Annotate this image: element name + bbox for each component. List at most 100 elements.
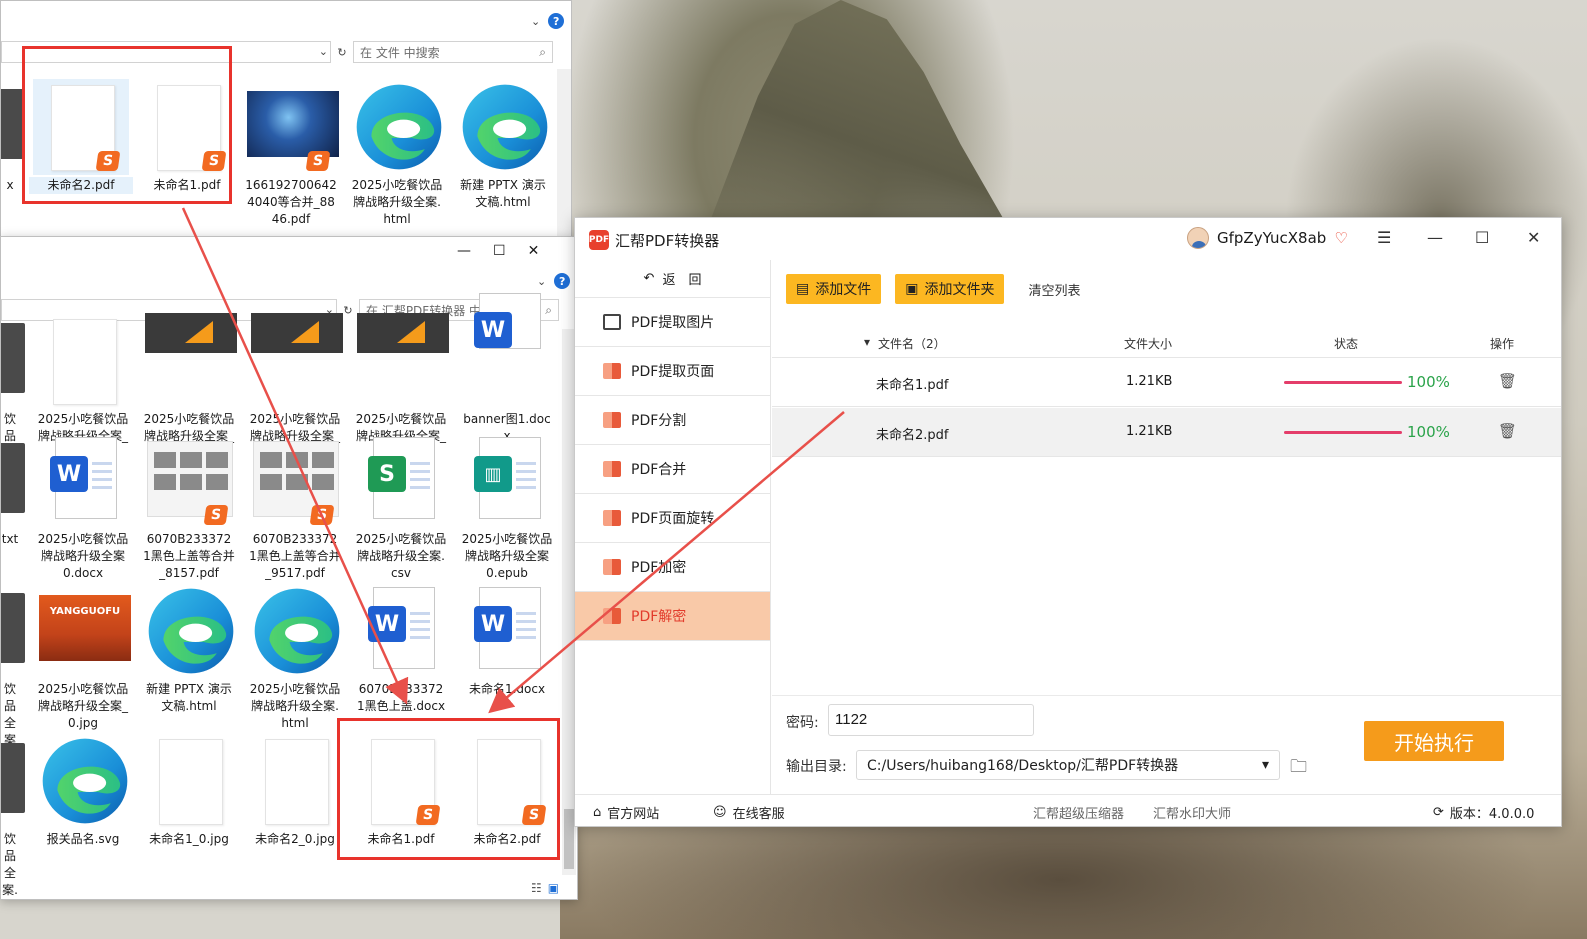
address-bar[interactable]: ⌄ — [1, 41, 331, 63]
file-item[interactable]: 未命名2_0.jpg — [243, 733, 347, 848]
sidebar-item-2[interactable]: PDF提取页面 — [575, 347, 770, 396]
file-item[interactable]: 2025小吃餐饮品牌战略升级全案.html — [345, 79, 449, 228]
doc-badge: S — [368, 456, 406, 492]
table-row[interactable]: 未命名1.pdf 1.21KB 100% 🗑 — [772, 358, 1561, 407]
close-button[interactable]: ✕ — [528, 243, 540, 259]
file-list-icon: ▤ — [796, 281, 810, 297]
trash-icon[interactable]: 🗑 — [1498, 422, 1517, 440]
word-doc-icon: W — [50, 437, 117, 519]
large-icons-view-icon[interactable]: ▣ — [548, 881, 559, 895]
file-item[interactable]: S 1661927006424040等合并_8846.pdf — [239, 79, 343, 228]
edge-browser-icon — [251, 585, 343, 677]
password-label: 密码: — [786, 715, 819, 731]
doc-badge: W — [368, 606, 406, 642]
file-item[interactable]: 饮品 全案. — [1, 733, 25, 899]
bottom-explorer-window: — ☐ ✕ ⌄ ? ⌄ ↻ 在 汇帮PDF转换器 中搜索 ⌕ 饮品 全案2025… — [0, 236, 578, 900]
chevron-down-icon[interactable]: ⌄ — [531, 15, 540, 28]
avatar[interactable] — [1187, 227, 1209, 249]
user-area[interactable]: GfpZyYucX8ab ♡ — [1187, 227, 1348, 249]
file-item[interactable]: 报关品名.svg — [31, 733, 135, 848]
file-item[interactable]: 饮品 全案 — [1, 583, 25, 749]
clear-list-button[interactable]: 清空列表 — [1018, 280, 1080, 299]
vip-heart-icon[interactable]: ♡ — [1334, 229, 1347, 247]
edge-browser-icon — [459, 81, 551, 173]
scrollbar[interactable] — [557, 69, 571, 237]
col-filename[interactable]: 文件名（2） — [878, 335, 946, 352]
word-doc-icon: W — [474, 293, 541, 349]
file-item[interactable]: S 未命名1.pdf — [135, 79, 239, 194]
file-item[interactable]: W 2025小吃餐饮品牌战略升级全案0.docx — [31, 433, 135, 582]
minimize-button[interactable]: — — [457, 243, 471, 259]
file-name-cell: 未命名1.pdf — [876, 378, 949, 393]
scrollbar-thumb[interactable] — [564, 809, 574, 869]
file-item[interactable]: S 未命名2.pdf — [455, 733, 559, 848]
page-preview — [265, 739, 329, 825]
file-thumbnail — [247, 313, 343, 409]
add-folder-button[interactable]: ▣ 添加文件夹 — [895, 274, 1005, 304]
cropped-preview — [1, 323, 25, 393]
doc-badge: W — [474, 606, 512, 642]
support-link[interactable]: ☺ 在线客服 — [713, 803, 785, 822]
sogou-pdf-icon: S — [201, 151, 227, 171]
folder-open-icon[interactable]: 🗀 — [1290, 754, 1307, 783]
start-button[interactable]: 开始执行 — [1364, 721, 1504, 761]
compressor-link[interactable]: 汇帮超级压缩器 — [1033, 803, 1124, 822]
pdf-tool-icon — [603, 363, 621, 379]
file-item[interactable]: YANGGUOFU 2025小吃餐饮品牌战略升级全案_0.jpg — [31, 583, 135, 732]
sidebar-item-1[interactable]: PDF提取图片 — [575, 298, 770, 347]
trash-icon[interactable]: 🗑 — [1498, 372, 1517, 390]
back-button[interactable]: ↶ 返 回 — [575, 260, 770, 298]
file-item[interactable]: W 6070B2333721黑色上盖.docx — [349, 583, 453, 715]
maximize-button[interactable]: ☐ — [493, 243, 506, 259]
help-icon[interactable]: ? — [554, 273, 571, 289]
file-item[interactable]: ▥ 2025小吃餐饮品牌战略升级全案0.epub — [455, 433, 559, 582]
file-item[interactable]: 未命名1_0.jpg — [137, 733, 241, 848]
minimize-button[interactable]: — — [1427, 228, 1443, 247]
watermark-link[interactable]: 汇帮水印大师 — [1153, 803, 1231, 822]
dropdown-arrow-icon: ▾ — [1261, 757, 1269, 773]
version-info[interactable]: ⟳ 版本：4.0.0.0 — [1433, 803, 1534, 822]
file-item[interactable]: S 2025小吃餐饮品牌战略升级全案.csv — [349, 433, 453, 582]
details-view-icon[interactable]: ☷ — [531, 881, 542, 895]
sogou-pdf-icon: S — [95, 151, 121, 171]
pdf-tool-icon — [603, 461, 621, 477]
converter-titlebar: PDF 汇帮PDF转换器 GfpZyYucX8ab ♡ ☰ — ☐ ✕ — [575, 218, 1561, 260]
sidebar-item-5[interactable]: PDF页面旋转 — [575, 494, 770, 543]
file-item[interactable]: W 未命名1.docx — [455, 583, 559, 698]
file-name: 6070B2333721黑色上盖.docx — [356, 682, 446, 713]
sidebar-item-7[interactable]: PDF解密 — [575, 592, 770, 641]
sidebar-item-3[interactable]: PDF分割 — [575, 396, 770, 445]
password-input[interactable]: 1122 — [828, 704, 1034, 736]
sort-caret-icon[interactable]: ▾ — [864, 335, 870, 349]
refresh-icon[interactable]: ↻ — [331, 46, 353, 59]
file-item[interactable]: 新建 PPTX 演示文稿.html — [137, 583, 241, 715]
help-icon[interactable]: ? — [548, 13, 565, 29]
file-item[interactable]: S 未命名2.pdf — [29, 79, 133, 194]
sidebar-item-4[interactable]: PDF合并 — [575, 445, 770, 494]
sidebar-item-label: PDF加密 — [631, 560, 687, 576]
file-item[interactable]: Wbanner图1.docx — [455, 293, 559, 445]
file-item[interactable]: txt — [1, 433, 25, 548]
official-site-link[interactable]: ⌂ 官方网站 — [593, 803, 659, 822]
table-row[interactable]: 未命名2.pdf 1.21KB 100% 🗑 — [772, 408, 1561, 457]
add-file-button[interactable]: ▤ 添加文件 — [786, 274, 882, 304]
chevron-down-icon[interactable]: ⌄ — [537, 275, 546, 288]
file-name: 6070B2333721黑色上盖等合并_8157.pdf — [143, 532, 235, 580]
file-item[interactable]: S 6070B2333721黑色上盖等合并_8157.pdf — [137, 433, 241, 582]
output-dir-select[interactable]: C:/Users/huibang168/Desktop/汇帮PDF转换器 ▾ — [856, 750, 1280, 780]
address-dropdown-icon[interactable]: ⌄ — [319, 45, 328, 58]
file-item[interactable]: 新建 PPTX 演示文稿.html — [451, 79, 555, 211]
file-item[interactable]: S 6070B2333721黑色上盖等合并_9517.pdf — [243, 433, 347, 582]
file-item[interactable]: x — [1, 79, 25, 194]
maximize-button[interactable]: ☐ — [1475, 228, 1489, 247]
file-name: 2025小吃餐饮品牌战略升级全案.csv — [355, 532, 447, 580]
menu-icon[interactable]: ☰ — [1377, 228, 1391, 247]
search-input[interactable]: 在 文件 中搜索 ⌕ — [353, 41, 553, 63]
file-item[interactable]: S 未命名1.pdf — [349, 733, 453, 848]
version-label: 版本：4.0.0.0 — [1449, 807, 1535, 822]
close-button[interactable]: ✕ — [1527, 228, 1540, 247]
sidebar-item-6[interactable]: PDF加密 — [575, 543, 770, 592]
file-item[interactable]: 2025小吃餐饮品牌战略升级全案.html — [243, 583, 347, 732]
file-name: 2025小吃餐饮品牌战略升级全案0.epub — [461, 532, 553, 580]
file-thumbnail: W — [459, 293, 555, 409]
